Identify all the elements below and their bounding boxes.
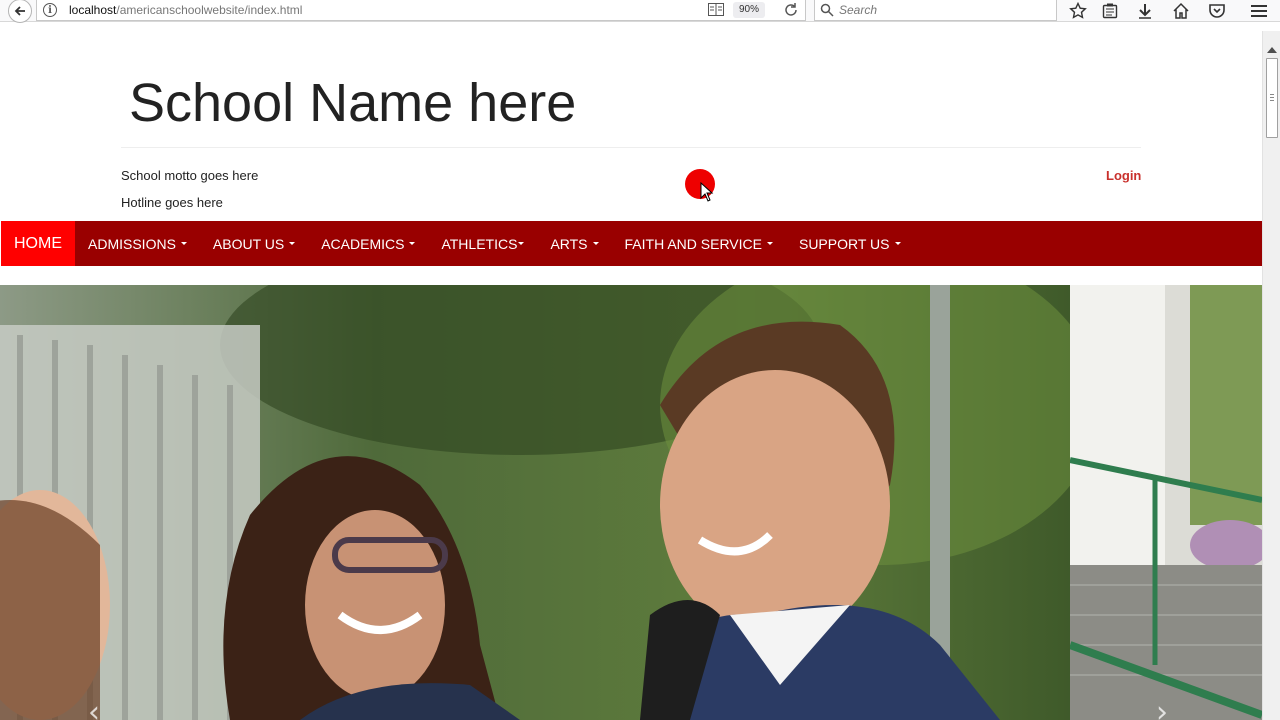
school-motto: School motto goes here (121, 168, 259, 183)
reading-list-icon[interactable] (1100, 1, 1120, 21)
nav-arts[interactable]: ARTS (537, 221, 611, 266)
caret-down-icon (592, 242, 599, 245)
nav-athletics[interactable]: ATHLETICS (428, 221, 537, 266)
nav-label: ADMISSIONS (88, 235, 176, 252)
url-host: localhost (69, 3, 117, 17)
nav-label: ACADEMICS (321, 235, 405, 252)
home-icon[interactable] (1171, 1, 1191, 21)
search-placeholder: Search (839, 3, 878, 17)
grip-line (1270, 97, 1274, 98)
caret-down-icon (409, 242, 416, 245)
url-path: /americanschoolwebsite/index.html (116, 3, 303, 17)
hotline-text: Hotline goes here (121, 195, 223, 210)
search-icon (820, 3, 834, 17)
nav-label: SUPPORT US (798, 235, 890, 252)
url-bar[interactable]: i localhost/americanschoolwebsite/index.… (36, 0, 806, 21)
info-icon[interactable]: i (43, 3, 57, 17)
browser-toolbar: i localhost/americanschoolwebsite/index.… (0, 0, 1280, 23)
hero-carousel[interactable]: ‹ › (0, 285, 1262, 720)
grip-line (1270, 94, 1274, 95)
nav-label: ARTS (550, 235, 588, 252)
header-divider (121, 147, 1141, 148)
main-navbar: HOME ADMISSIONS ABOUT US ACADEMICS ATHLE… (1, 221, 1262, 266)
zoom-level-badge[interactable]: 90% (733, 2, 766, 18)
carousel-prev-icon[interactable]: ‹ (88, 695, 100, 720)
nav-home[interactable]: HOME (1, 221, 75, 266)
scroll-thumb[interactable] (1266, 58, 1278, 138)
search-input[interactable]: Search (814, 0, 1057, 21)
nav-support-us[interactable]: SUPPORT US (786, 221, 914, 266)
reader-view-icon[interactable] (708, 3, 724, 16)
download-icon[interactable] (1135, 1, 1155, 21)
login-link[interactable]: Login (1106, 168, 1141, 183)
nav-admissions[interactable]: ADMISSIONS (75, 221, 200, 266)
nav-label: ABOUT US (212, 235, 285, 252)
nav-label: FAITH AND SERVICE (624, 235, 762, 252)
caret-down-icon (180, 242, 187, 245)
url-text[interactable]: localhost/americanschoolwebsite/index.ht… (69, 3, 302, 17)
caret-down-icon (894, 242, 901, 245)
hero-slide-image (0, 285, 1070, 720)
site-title: School Name here (129, 73, 577, 133)
caret-down-icon (518, 242, 525, 245)
back-button[interactable] (8, 0, 32, 23)
page-content: School Name here School motto goes here … (0, 31, 1262, 720)
hamburger-menu-icon[interactable] (1249, 1, 1269, 21)
mouse-cursor-icon (700, 182, 714, 202)
nav-about-us[interactable]: ABOUT US (200, 221, 308, 266)
bookmark-star-icon[interactable] (1068, 1, 1088, 21)
scroll-up-arrow-icon[interactable] (1267, 47, 1277, 53)
nav-academics[interactable]: ACADEMICS (308, 221, 428, 266)
caret-down-icon (766, 242, 773, 245)
pocket-icon[interactable] (1207, 1, 1227, 21)
nav-faith-and-service[interactable]: FAITH AND SERVICE (612, 221, 786, 266)
grip-line (1270, 100, 1274, 101)
caret-down-icon (289, 242, 296, 245)
nav-home-label: HOME (14, 234, 62, 252)
back-arrow-icon (14, 6, 25, 16)
vertical-scrollbar[interactable] (1262, 31, 1280, 720)
carousel-next-icon[interactable]: › (1156, 695, 1168, 720)
reload-icon[interactable] (783, 2, 799, 18)
next-slide-preview (1070, 285, 1262, 720)
nav-label: ATHLETICS (441, 235, 518, 252)
